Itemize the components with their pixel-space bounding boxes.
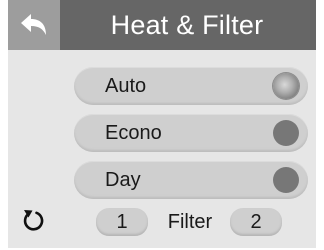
- back-button[interactable]: [8, 0, 60, 50]
- mode-button-auto[interactable]: Auto: [74, 67, 308, 105]
- reset-button[interactable]: [16, 203, 50, 237]
- mode-button-day[interactable]: Day: [74, 161, 308, 199]
- filter-2-button[interactable]: 2: [230, 208, 282, 236]
- mode-indicator-econo: [273, 120, 299, 146]
- filter-label: Filter: [167, 211, 213, 233]
- header-bar: Heat & Filter: [8, 0, 316, 50]
- heat-filter-screen: Heat & Filter Auto Econo Day 1 Filter 2: [8, 0, 316, 248]
- filter-1-button[interactable]: 1: [96, 208, 148, 236]
- page-title: Heat & Filter: [110, 10, 264, 40]
- mode-button-econo[interactable]: Econo: [74, 114, 308, 152]
- mode-indicator-day: [273, 167, 299, 193]
- mode-label-auto: Auto: [105, 75, 147, 97]
- back-arrow-icon: [21, 14, 46, 35]
- reset-icon: [23, 210, 44, 231]
- mode-indicator-auto: [273, 73, 299, 99]
- mode-label-day: Day: [105, 169, 141, 191]
- mode-label-econo: Econo: [105, 122, 162, 144]
